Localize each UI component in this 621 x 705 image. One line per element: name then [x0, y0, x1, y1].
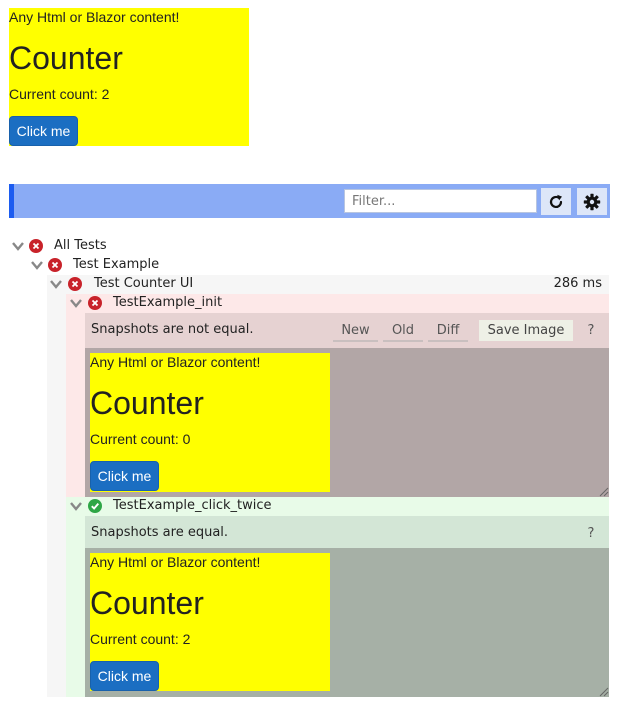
failed-status-icon — [68, 277, 82, 291]
snapshot-preview[interactable]: Any Html or Blazor content! Counter Curr… — [85, 548, 609, 697]
counter-heading: Counter — [90, 385, 204, 421]
intro-text: Any Html or Blazor content! — [90, 354, 261, 370]
counter-heading: Counter — [90, 585, 204, 621]
click-me-button[interactable]: Click me — [90, 461, 159, 491]
indent-strip — [66, 313, 85, 497]
chevron-down-icon[interactable] — [49, 277, 63, 291]
tree-node-test-example[interactable]: Test Example — [28, 256, 228, 275]
snapshot-message: Snapshots are equal. — [91, 525, 229, 540]
failed-status-icon — [48, 258, 62, 272]
failed-status-icon — [29, 239, 43, 253]
intro-text: Any Html or Blazor content! — [9, 9, 180, 25]
tab-old[interactable]: Old — [383, 320, 423, 342]
chevron-down-icon[interactable] — [30, 258, 44, 272]
help-button[interactable]: ? — [583, 523, 599, 543]
failed-status-icon — [88, 296, 102, 310]
snapshot-message: Snapshots are not equal. — [91, 322, 254, 337]
tree-node-testexample-click-twice[interactable]: TestExample_click_twice — [66, 497, 609, 516]
snapshot-result-bar: Snapshots are not equal. New Old Diff Sa… — [85, 313, 609, 348]
snapshot-preview[interactable]: Any Html or Blazor content! Counter Curr… — [85, 348, 609, 497]
help-button[interactable]: ? — [583, 320, 599, 340]
tree-node-label: Test Example — [73, 257, 160, 272]
gear-icon — [583, 193, 601, 210]
refresh-icon — [549, 194, 563, 208]
snapshot-result-bar: Snapshots are equal. ? — [85, 516, 609, 548]
resize-handle-icon[interactable] — [599, 487, 609, 497]
tree-indent-guide — [47, 294, 66, 697]
snapshot-counter-component: Any Html or Blazor content! Counter Curr… — [90, 553, 330, 691]
current-count: Current count: 2 — [90, 631, 191, 647]
settings-button[interactable] — [577, 188, 607, 215]
tree-node-test-counter-ui[interactable]: Test Counter UI 286 ms — [47, 275, 609, 294]
tree-node-all-tests[interactable]: All Tests — [9, 237, 209, 256]
test-toolbar — [9, 184, 610, 218]
indent-strip — [66, 516, 85, 697]
tab-diff[interactable]: Diff — [428, 320, 468, 342]
counter-heading: Counter — [9, 40, 123, 76]
tab-new[interactable]: New — [333, 320, 378, 342]
click-me-button[interactable]: Click me — [90, 661, 159, 691]
current-count: Current count: 0 — [90, 431, 191, 447]
tree-node-label: TestExample_click_twice — [113, 498, 272, 513]
chevron-down-icon[interactable] — [11, 239, 25, 253]
snapshot-counter-component: Any Html or Blazor content! Counter Curr… — [90, 353, 330, 492]
tree-node-label: TestExample_init — [113, 295, 223, 310]
counter-component: Any Html or Blazor content! Counter Curr… — [9, 8, 249, 146]
filter-input[interactable] — [344, 189, 537, 213]
test-duration: 286 ms — [553, 276, 602, 291]
resize-handle-icon[interactable] — [599, 687, 609, 697]
tree-node-testexample-init[interactable]: TestExample_init — [66, 294, 609, 313]
tree-node-label: All Tests — [54, 238, 107, 253]
tree-node-label: Test Counter UI — [94, 276, 194, 291]
intro-text: Any Html or Blazor content! — [90, 554, 261, 570]
refresh-button[interactable] — [541, 188, 571, 215]
click-me-button[interactable]: Click me — [9, 116, 78, 146]
chevron-down-icon[interactable] — [69, 499, 83, 513]
chevron-down-icon[interactable] — [69, 296, 83, 310]
passed-status-icon — [88, 499, 102, 513]
current-count: Current count: 2 — [9, 86, 110, 102]
save-image-button[interactable]: Save Image — [479, 320, 573, 341]
